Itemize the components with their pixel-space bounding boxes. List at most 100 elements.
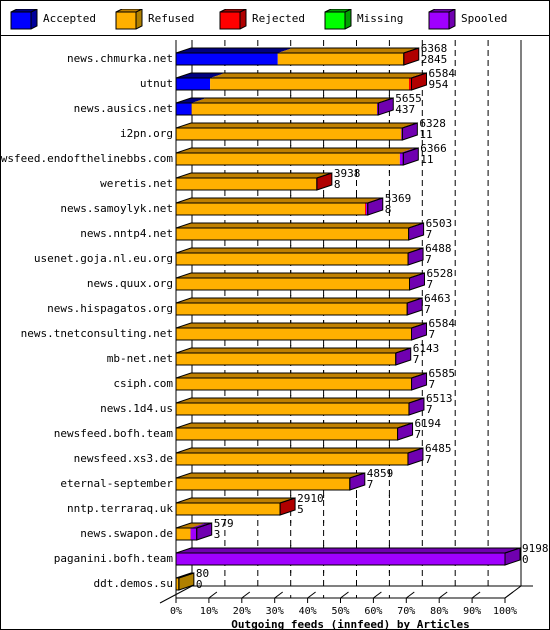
category-label: news.hispagatos.org [47, 302, 173, 315]
bar-row: paganini.bofh.team91980 [54, 542, 549, 566]
bar-top-refused [210, 73, 424, 78]
accepted-value: 7 [413, 353, 420, 366]
bar-segment-refused [176, 303, 407, 315]
category-label: newsfeed.xs3.de [74, 452, 173, 465]
accepted-value: 7 [425, 253, 432, 266]
bar-top-refused [176, 148, 415, 153]
bar-top-refused [176, 398, 424, 403]
category-label: eternal-september [60, 477, 173, 490]
bar-segment-refused [176, 153, 400, 165]
bar-segment-refused [210, 78, 409, 90]
x-tick-label: 80% [430, 606, 448, 617]
accepted-value: 7 [367, 478, 374, 491]
accepted-value: 7 [426, 403, 433, 416]
x-tick-label: 90% [463, 606, 481, 617]
bar-segment-accepted [176, 78, 211, 90]
bar-top-refused [176, 173, 332, 178]
bar-segment-refused [176, 428, 398, 440]
bar-segment-refused [176, 378, 412, 390]
category-label: mb-net.net [107, 352, 173, 365]
category-label: news.swapon.de [80, 527, 173, 540]
floor-tick [438, 591, 448, 599]
bar-top-refused [277, 48, 419, 53]
accepted-value: 954 [429, 78, 449, 91]
bar-top-refused [176, 348, 411, 353]
bar-top-refused [176, 448, 423, 453]
floor-tick [208, 591, 218, 599]
bar-row: news.1d4.us65137 [100, 392, 452, 416]
accepted-value: 8 [334, 178, 341, 191]
category-label: usenet.goja.nl.eu.org [34, 252, 173, 265]
category-label: paganini.bofh.team [54, 552, 174, 565]
bar-row: newsfeed.xs3.de64857 [74, 442, 452, 466]
bar-top-refused [176, 373, 427, 378]
category-label: news.ausics.net [74, 102, 173, 115]
bar-row: weretis.net39388 [100, 167, 360, 191]
accepted-value: 7 [425, 453, 432, 466]
bar-segment-refused [176, 503, 280, 515]
bar-segment-refused [176, 278, 410, 290]
plot-area: 0% 10% 20% 30% 40% 50% 60% 70% 80% 90% 100% Outgoin… [1, 40, 549, 629]
x-tick-label: 20% [233, 606, 251, 617]
bar-top-refused [176, 298, 422, 303]
bar-segment-refused [176, 478, 350, 490]
bar-row: utnut6584954 [140, 67, 455, 91]
bar-row: csiph.com65857 [113, 367, 455, 391]
accepted-value: 7 [426, 228, 433, 241]
floor-tick [405, 591, 415, 599]
accepted-value: 0 [196, 578, 203, 591]
category-label: i2pn.org [120, 127, 173, 140]
bar-top-refused [176, 423, 413, 428]
bar-segment-refused [176, 253, 408, 265]
bar-segment-accepted [176, 103, 192, 115]
x-tick-label: 10% [200, 606, 218, 617]
category-label: newsfeed.endofthelinebbs.com [1, 152, 173, 165]
category-label: news.samoylyk.net [60, 202, 173, 215]
bar-top-refused [176, 223, 424, 228]
category-label: nntp.terraraq.uk [67, 502, 173, 515]
bar-top-spooled [176, 548, 520, 553]
bar-segment-spooled [190, 528, 197, 540]
x-tick-label: 60% [364, 606, 382, 617]
bar-segment-refused [176, 178, 317, 190]
bar-segment-refused [176, 128, 402, 140]
category-label: csiph.com [113, 377, 173, 390]
accepted-value: 7 [429, 328, 436, 341]
bar-row: news.tnetconsulting.net65847 [21, 317, 456, 341]
x-tick-label: 50% [331, 606, 349, 617]
bar-top-refused [176, 198, 380, 203]
x-tick-label: 0% [170, 606, 182, 617]
bar-segment-refused [176, 528, 191, 540]
accepted-value: 7 [424, 303, 431, 316]
bar-top-refused [176, 273, 425, 278]
category-label: news.tnetconsulting.net [21, 327, 173, 340]
bar-chart: 0% 10% 20% 30% 40% 50% 60% 70% 80% 90% 100% Outgoin… [1, 40, 549, 629]
bar-top-accepted [176, 48, 293, 53]
accepted-value: 7 [426, 278, 433, 291]
bar-row: news.samoylyk.net53698 [60, 192, 411, 216]
accepted-value: 7 [415, 428, 422, 441]
floor-tick [241, 591, 251, 599]
bar-segment-refused [277, 53, 404, 65]
bar-row: news.swapon.de5793 [80, 517, 233, 541]
bar-segment-refused [176, 403, 409, 415]
x-axis-title: Outgoing feeds (innfeed) by Articles [231, 618, 469, 629]
category-label: news.nntp4.net [80, 227, 173, 240]
bar-top-refused [176, 498, 295, 503]
bar-segment-rejected [364, 203, 367, 215]
x-tick-label: 100% [493, 606, 517, 617]
floor-tick [471, 591, 481, 599]
accepted-value: 0 [522, 553, 529, 566]
category-label: news.chmurka.net [67, 52, 173, 65]
bar-row: news.hispagatos.org64637 [47, 292, 451, 316]
bar-segment-refused [176, 353, 396, 365]
category-label: newsfeed.bofh.team [54, 427, 174, 440]
floor-tick [504, 591, 514, 599]
bar-segment-accepted [176, 53, 278, 65]
bar-row: newsfeed.bofh.team61947 [54, 417, 442, 441]
accepted-value: 3 [214, 528, 221, 541]
floor-tick [373, 591, 382, 599]
bar-row: newsfeed.endofthelinebbs.com636611 [1, 142, 447, 166]
bar-segment-refused [176, 203, 365, 215]
category-label: ddt.demos.su [94, 577, 173, 590]
